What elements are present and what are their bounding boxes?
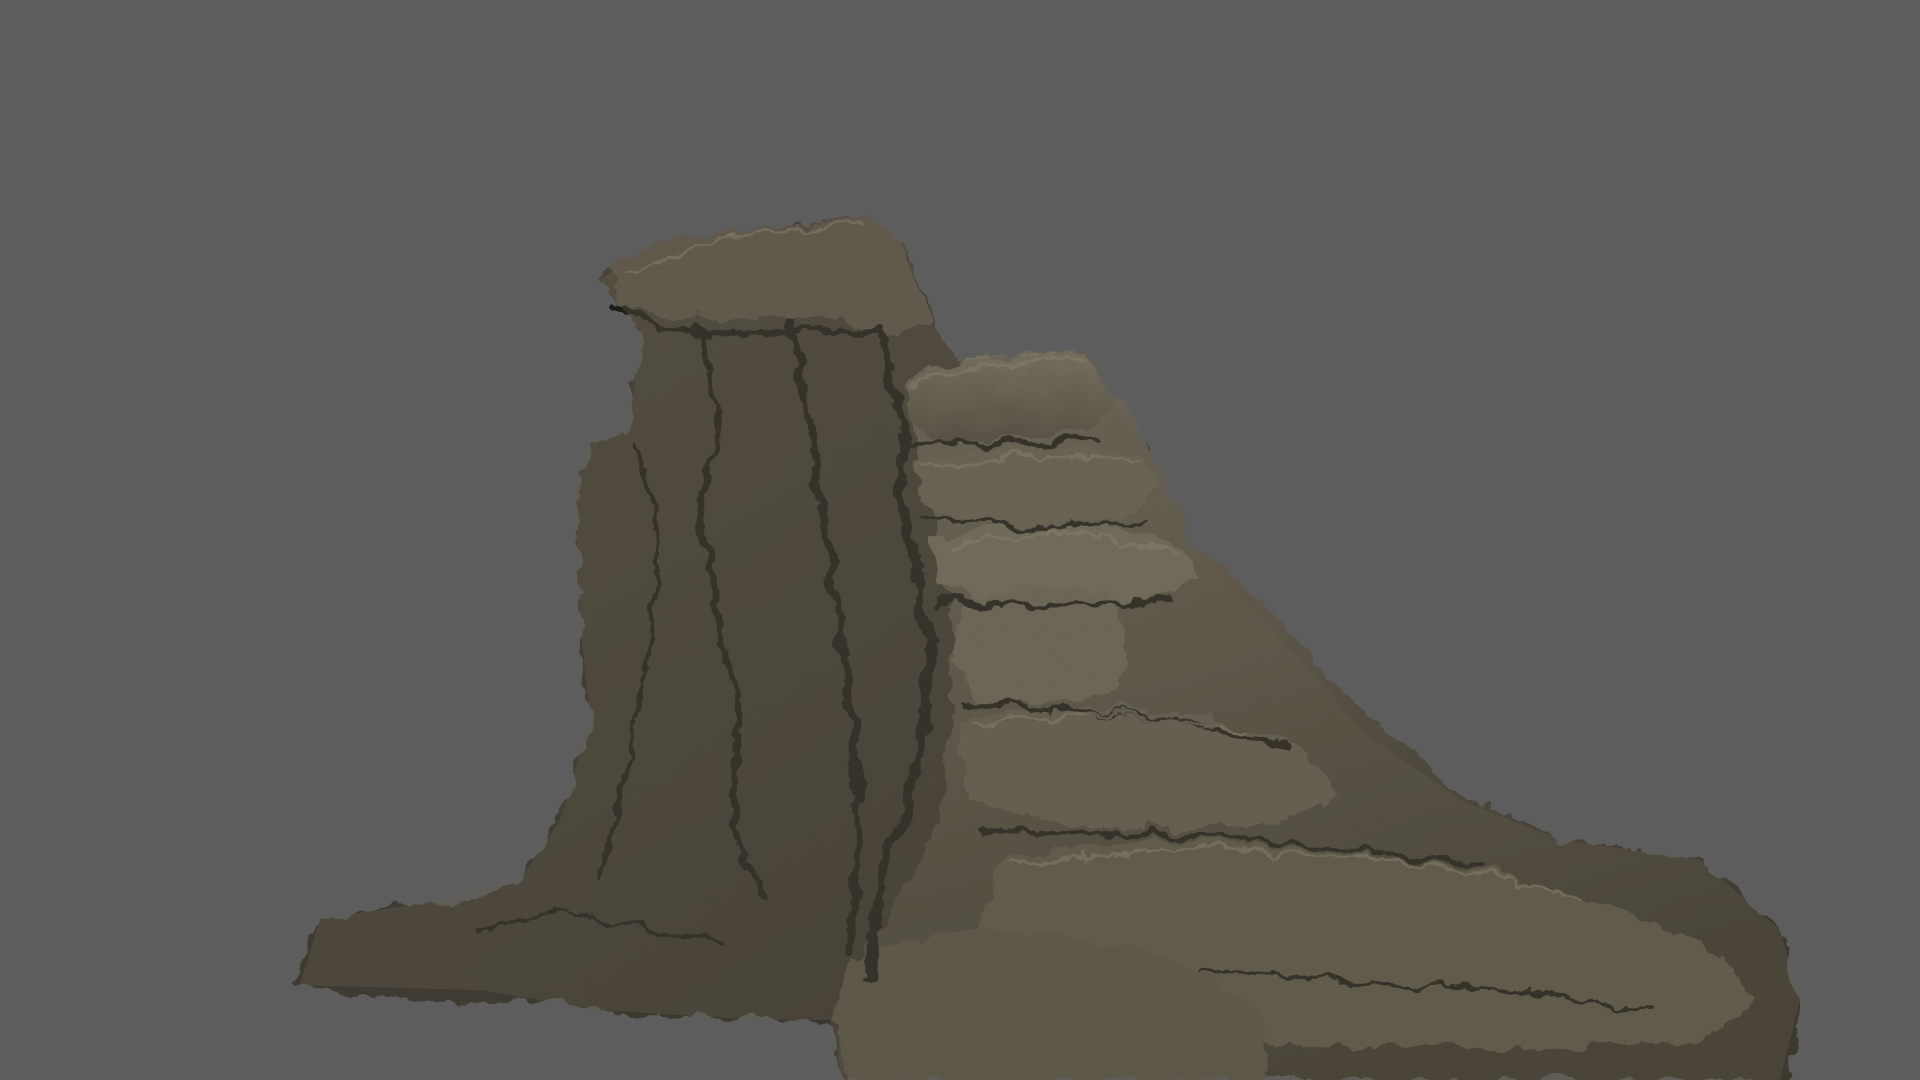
rock-texture: [300, 215, 1800, 1080]
rock-formation: [290, 215, 1800, 1080]
render-viewport: [0, 0, 1920, 1080]
